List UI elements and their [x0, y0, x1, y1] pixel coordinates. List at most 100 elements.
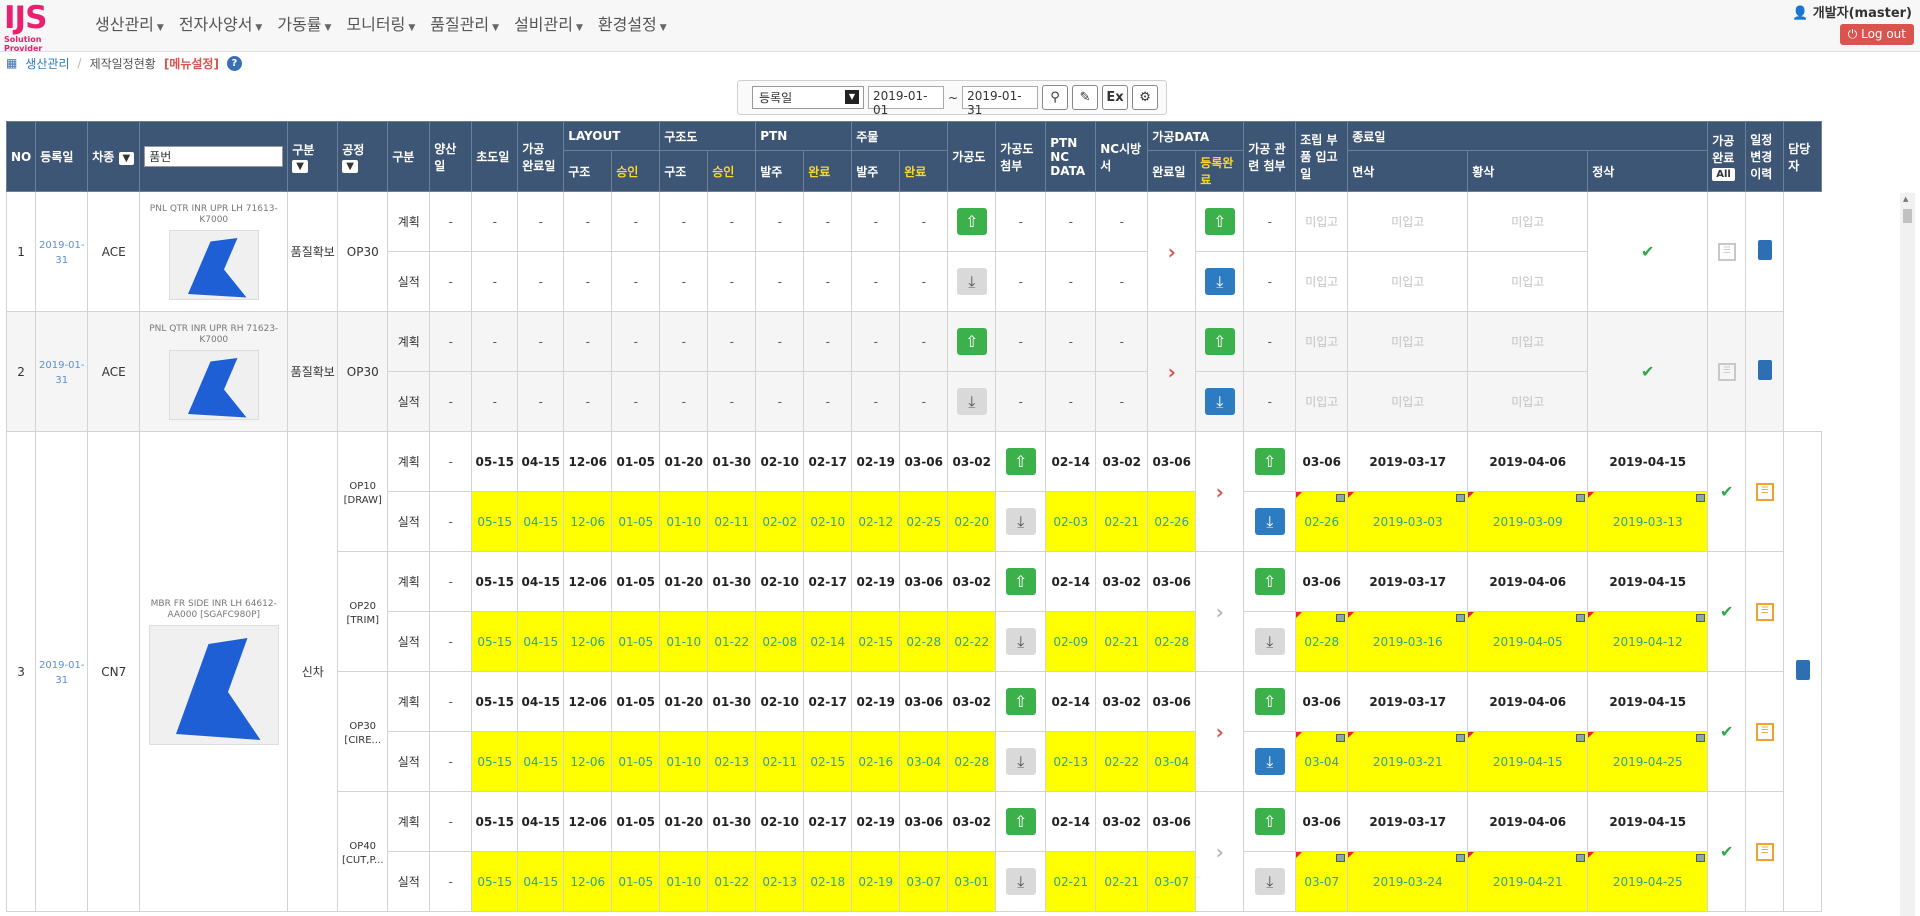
check-icon[interactable]: ✔	[1641, 242, 1654, 261]
cell: -	[429, 311, 473, 372]
vertical-scrollbar[interactable]: ▲	[1900, 193, 1915, 916]
cell: 02-13	[755, 851, 805, 912]
download-icon[interactable]: ⤓	[1005, 628, 1036, 655]
menu-item-1[interactable]: 생산관리 ▼	[95, 0, 179, 50]
upload-icon[interactable]: ⇧	[956, 328, 987, 355]
menu-setting-link[interactable]: [메뉴설정]	[164, 55, 219, 72]
logout-button[interactable]: ⏻ Log out	[1839, 24, 1914, 45]
download-icon[interactable]: ⤓	[1254, 748, 1285, 775]
reg-date-link[interactable]: 2019-01-31	[39, 240, 84, 266]
menu-item-3[interactable]: 가동률 ▼	[277, 0, 346, 50]
download-icon[interactable]: ⤓	[1005, 748, 1036, 775]
reg-date-link[interactable]: 2019-01-31	[39, 660, 84, 686]
cell: ⇧	[995, 551, 1047, 612]
menu-item-6[interactable]: 설비관리 ▼	[514, 0, 598, 50]
upload-icon[interactable]: ⇧	[1204, 328, 1235, 355]
cell: 03-06	[1147, 791, 1197, 852]
col-header: 양산일	[429, 121, 473, 192]
chevron-right-icon[interactable]: ›	[1168, 360, 1176, 384]
download-icon[interactable]: ⤓	[1254, 628, 1285, 655]
upload-icon[interactable]: ⇧	[1005, 568, 1036, 595]
search-button[interactable]: ⚲	[1042, 85, 1069, 110]
breadcrumb-section[interactable]: 생산관리	[25, 55, 69, 72]
cell: ⇧	[1243, 671, 1297, 732]
check-icon[interactable]: ✔	[1641, 362, 1654, 381]
history-icon[interactable]: ☰	[1755, 723, 1774, 741]
history-icon[interactable]: ☰	[1717, 243, 1736, 261]
date-from-input[interactable]: 2019-01-01	[868, 86, 944, 117]
cell: 미입고	[1295, 371, 1349, 432]
chevron-right-icon[interactable]: ›	[1216, 720, 1224, 744]
col-header: PTN NC DATA	[1045, 121, 1097, 192]
header-label: 구분	[292, 142, 315, 157]
settings-button[interactable]: ⚙	[1132, 85, 1159, 110]
upload-icon[interactable]: ⇧	[1254, 688, 1285, 715]
download-icon[interactable]: ⤓	[956, 388, 987, 415]
check-icon[interactable]: ✔	[1720, 722, 1733, 741]
chevron-right-icon[interactable]: ›	[1216, 480, 1224, 504]
menu-item-7[interactable]: 환경설정 ▼	[598, 0, 682, 50]
download-icon[interactable]: ⤓	[1204, 268, 1235, 295]
date-field-select[interactable]: 등록일 ▼	[752, 86, 864, 109]
user-name[interactable]: 👤 개발자(master)	[1792, 2, 1912, 21]
upload-icon[interactable]: ⇧	[1254, 448, 1285, 475]
chevron-right-icon[interactable]: ›	[1168, 240, 1176, 264]
col-header: 등록일	[35, 121, 89, 192]
cell: 2019-01-31	[35, 431, 89, 912]
download-icon[interactable]: ⤓	[1254, 508, 1285, 535]
upload-icon[interactable]: ⇧	[1254, 808, 1285, 835]
date-to-input[interactable]: 2019-01-31	[962, 86, 1039, 117]
menu-item-5[interactable]: 품질관리 ▼	[430, 0, 514, 50]
history-icon[interactable]: ☰	[1755, 843, 1774, 861]
menu-item-4[interactable]: 모니터링 ▼	[346, 0, 430, 50]
download-icon[interactable]: ⤓	[956, 268, 987, 295]
download-icon[interactable]: ⤓	[1204, 388, 1235, 415]
ijs-logo[interactable]: IJS Solution Provider	[4, 3, 78, 54]
cell: -	[1243, 191, 1297, 252]
check-icon[interactable]: ✔	[1720, 482, 1733, 501]
download-icon[interactable]: ⤓	[1005, 868, 1036, 895]
reg-date-link[interactable]: 2019-01-31	[39, 360, 84, 386]
filter-dropdown[interactable]: ▼	[118, 152, 135, 165]
cell: 2019-04-06	[1467, 791, 1589, 852]
scrollbar-thumb[interactable]	[1903, 209, 1912, 223]
check-icon[interactable]: ✔	[1720, 842, 1733, 861]
all-toggle[interactable]: All	[1712, 168, 1735, 181]
upload-icon[interactable]: ⇧	[1005, 688, 1036, 715]
clipboard-icon[interactable]	[1795, 660, 1810, 680]
check-icon[interactable]: ✔	[1720, 602, 1733, 621]
clipboard-icon[interactable]	[1757, 240, 1772, 260]
scroll-up-arrow[interactable]: ▲	[1903, 195, 1908, 203]
chevron-right-icon[interactable]: ›	[1216, 600, 1224, 624]
upload-icon[interactable]: ⇧	[956, 208, 987, 235]
cell: 계획	[387, 671, 431, 732]
col-header: 구조도	[659, 121, 757, 151]
clipboard-icon[interactable]	[1757, 360, 1772, 380]
cell: 품질확보	[287, 191, 339, 312]
upload-icon[interactable]: ⇧	[1005, 808, 1036, 835]
edit-button[interactable]: ✎	[1072, 85, 1099, 110]
upload-icon[interactable]: ⇧	[1005, 448, 1036, 475]
upload-icon[interactable]: ⇧	[1204, 208, 1235, 235]
excel-button[interactable]: Ex	[1102, 85, 1129, 110]
menu-item-2[interactable]: 전자사양서 ▼	[179, 0, 278, 50]
cell: 2019-04-25	[1587, 731, 1709, 792]
upload-icon[interactable]: ⇧	[1254, 568, 1285, 595]
cell: ⤓	[1243, 611, 1297, 672]
chevron-right-icon[interactable]: ›	[1216, 840, 1224, 864]
history-icon[interactable]: ☰	[1717, 363, 1736, 381]
help-icon[interactable]: ?	[226, 55, 242, 71]
cell: 12-06	[563, 611, 613, 672]
cell: -	[755, 311, 805, 372]
cell: ›	[1147, 311, 1197, 432]
history-icon[interactable]: ☰	[1755, 603, 1774, 621]
cell: -	[755, 371, 805, 432]
cell: 2019-01-31	[35, 311, 89, 432]
filter-dropdown[interactable]: ▼	[292, 159, 308, 173]
cell: 12-06	[563, 791, 613, 852]
download-icon[interactable]: ⤓	[1005, 508, 1036, 535]
download-icon[interactable]: ⤓	[1254, 868, 1285, 895]
filter-dropdown[interactable]: ▼	[342, 159, 358, 173]
history-icon[interactable]: ☰	[1755, 483, 1774, 501]
cell: 05-15	[471, 851, 519, 912]
